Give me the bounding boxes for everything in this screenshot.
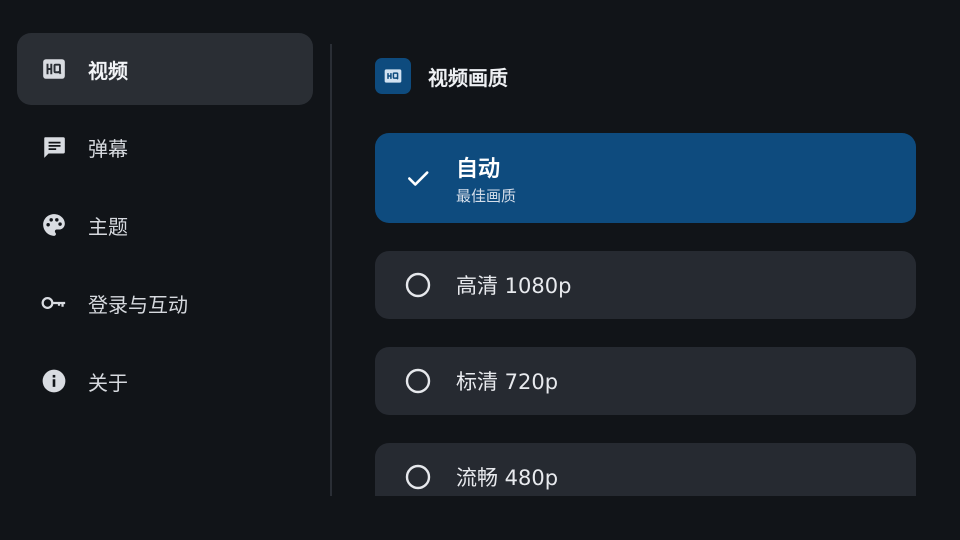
radio-unchecked-icon <box>405 368 431 394</box>
palette-icon <box>41 212 67 238</box>
sidebar-item-danmaku[interactable]: 弹幕 <box>17 111 313 183</box>
option-label: 自动 <box>456 156 501 182</box>
quality-options: 自动 最佳画质 高清 1080p 标清 720p 流畅 480p <box>375 133 916 496</box>
radio-unchecked-icon <box>405 464 431 490</box>
option-label: 流畅 480p <box>456 466 559 490</box>
radio-unchecked-icon <box>405 272 431 298</box>
quality-option-720p[interactable]: 标清 720p <box>375 347 916 415</box>
sidebar-item-about[interactable]: 关于 <box>17 345 313 417</box>
key-icon <box>41 290 67 316</box>
sidebar-item-label: 弹幕 <box>88 136 128 161</box>
sidebar-item-theme[interactable]: 主题 <box>17 189 313 261</box>
quality-option-auto[interactable]: 自动 最佳画质 <box>375 133 916 223</box>
option-label: 标清 720p <box>456 370 559 394</box>
sidebar-item-video[interactable]: 视频 <box>17 33 313 105</box>
hq-icon <box>41 56 67 82</box>
sidebar-item-label: 登录与互动 <box>88 292 188 317</box>
option-sublabel: 最佳画质 <box>456 186 517 205</box>
quality-option-480p[interactable]: 流畅 480p <box>375 443 916 496</box>
sidebar-item-label: 主题 <box>88 214 128 239</box>
quality-option-1080p[interactable]: 高清 1080p <box>375 251 916 319</box>
hq-icon <box>375 58 411 94</box>
sidebar: 视频 弹幕 主题 登录与互动 关于 <box>17 33 313 423</box>
comment-icon <box>41 134 67 160</box>
settings-screen: 视频 弹幕 主题 登录与互动 关于 视频画质 自动 最佳画质 高清 1080p … <box>0 0 960 540</box>
sidebar-item-label: 关于 <box>88 370 128 395</box>
sidebar-item-login[interactable]: 登录与互动 <box>17 267 313 339</box>
option-label: 高清 1080p <box>456 274 572 298</box>
panel-divider <box>330 44 332 496</box>
check-icon <box>405 165 431 191</box>
info-icon <box>41 368 67 394</box>
video-quality-panel: 视频画质 自动 最佳画质 高清 1080p 标清 720p 流畅 480p <box>375 58 916 496</box>
sidebar-item-label: 视频 <box>88 58 128 83</box>
section-title: 视频画质 <box>428 65 508 90</box>
section-header: 视频画质 <box>375 58 916 94</box>
